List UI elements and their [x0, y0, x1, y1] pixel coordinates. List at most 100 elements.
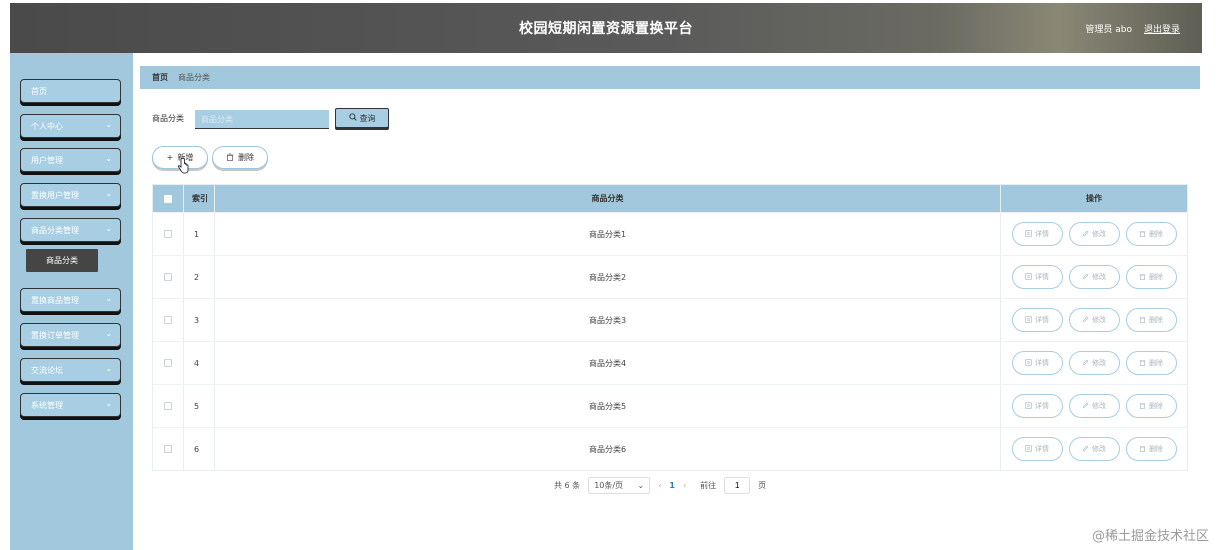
sidebar-item-forum[interactable]: 交流论坛 ⌄	[20, 358, 121, 382]
detail-icon	[1025, 229, 1032, 239]
edit-icon	[1082, 402, 1089, 411]
row-delete-button[interactable]: 删除	[1125, 351, 1177, 375]
row-delete-button[interactable]: 删除	[1125, 265, 1177, 289]
detail-button-label: 详情	[1035, 359, 1049, 367]
row-checkbox[interactable]	[164, 230, 172, 238]
query-button[interactable]: 查询	[335, 108, 389, 128]
edit-button[interactable]: 修改	[1068, 222, 1120, 246]
sidebar-item-label: 置换商品管理	[31, 295, 79, 305]
page-number[interactable]: 1	[669, 481, 675, 490]
detail-button-label: 详情	[1035, 445, 1049, 453]
row-delete-button[interactable]: 删除	[1125, 308, 1177, 332]
batch-delete-button[interactable]: 删除	[212, 146, 268, 169]
row-delete-button-label: 删除	[1149, 402, 1163, 410]
edit-button-label: 修改	[1092, 273, 1106, 281]
row-check-cell	[153, 385, 184, 427]
detail-button[interactable]: 详情	[1011, 222, 1063, 246]
row-ops: 详情 修改 删除	[1001, 213, 1187, 255]
edit-icon	[1082, 445, 1089, 454]
row-delete-button[interactable]: 删除	[1125, 437, 1177, 461]
edit-icon	[1082, 273, 1089, 282]
breadcrumb: 首页 商品分类	[140, 66, 1200, 89]
edit-button-label: 修改	[1092, 359, 1106, 367]
sidebar-item-exchange-user-management[interactable]: 置换用户管理 ⌄	[20, 183, 121, 207]
chevron-down-icon: ⌄	[105, 120, 112, 129]
edit-button[interactable]: 修改	[1068, 308, 1120, 332]
sidebar-subitem-category[interactable]: 商品分类	[26, 249, 98, 272]
user-area: 管理员 abo 退出登录	[1085, 3, 1180, 53]
edit-button[interactable]: 修改	[1068, 437, 1120, 461]
trash-icon	[1139, 316, 1146, 325]
select-all-checkbox[interactable]	[164, 194, 172, 203]
sidebar: 首页 个人中心 ⌄ 用户管理 ⌄ 置换用户管理 ⌄ 商品分类管理 ⌄ 置换商品管…	[10, 53, 133, 550]
sidebar-item-label: 首页	[31, 86, 47, 96]
row-check-cell	[153, 213, 184, 255]
total-count: 共 6 条	[554, 480, 581, 490]
table-row: 4 商品分类4 详情 修改 删除	[153, 341, 1187, 384]
chevron-down-icon: ⌄	[637, 480, 645, 490]
detail-button-label: 详情	[1035, 316, 1049, 324]
prev-page-icon[interactable]: ‹	[658, 481, 661, 490]
row-category-name: 商品分类6	[215, 428, 1001, 470]
row-ops: 详情 修改 删除	[1001, 299, 1187, 341]
row-checkbox[interactable]	[164, 445, 172, 453]
header-index: 索引	[184, 185, 215, 212]
sidebar-item-label: 用户管理	[31, 155, 63, 165]
search-input[interactable]	[195, 110, 329, 129]
sidebar-item-system-management[interactable]: 系统管理 ⌄	[20, 393, 121, 417]
sidebar-item-personal-center[interactable]: 个人中心 ⌄	[20, 114, 121, 138]
row-check-cell	[153, 342, 184, 384]
row-category-name: 商品分类5	[215, 385, 1001, 427]
chevron-down-icon: ⌄	[105, 224, 112, 233]
pagination: 共 6 条 10条/页 ⌄ ‹ 1 › 前往 页	[554, 476, 766, 494]
breadcrumb-home[interactable]: 首页	[152, 72, 168, 83]
sidebar-item-home[interactable]: 首页	[20, 79, 121, 103]
row-index: 6	[184, 428, 215, 470]
sidebar-item-user-management[interactable]: 用户管理 ⌄	[20, 148, 121, 172]
row-category-name: 商品分类4	[215, 342, 1001, 384]
table-row: 3 商品分类3 详情 修改 删除	[153, 298, 1187, 341]
trash-icon	[226, 152, 234, 163]
row-check-cell	[153, 299, 184, 341]
detail-button[interactable]: 详情	[1011, 437, 1063, 461]
edit-button[interactable]: 修改	[1068, 394, 1120, 418]
row-index: 4	[184, 342, 215, 384]
detail-button[interactable]: 详情	[1011, 308, 1063, 332]
row-checkbox[interactable]	[164, 273, 172, 281]
row-delete-button-label: 删除	[1149, 230, 1163, 238]
page-unit-label: 页	[758, 480, 767, 490]
chevron-down-icon: ⌄	[105, 329, 112, 338]
detail-button[interactable]: 详情	[1011, 265, 1063, 289]
sidebar-item-exchange-order-management[interactable]: 置换订单管理 ⌄	[20, 323, 121, 347]
logout-link[interactable]: 退出登录	[1144, 22, 1180, 35]
detail-button-label: 详情	[1035, 402, 1049, 410]
row-delete-button[interactable]: 删除	[1125, 222, 1177, 246]
sidebar-item-label: 置换订单管理	[31, 330, 79, 340]
goto-page-input[interactable]	[724, 476, 751, 494]
sidebar-item-label: 交流论坛	[31, 365, 63, 375]
top-header: 校园短期闲置资源置换平台 管理员 abo 退出登录	[10, 3, 1202, 53]
sidebar-item-exchange-goods-management[interactable]: 置换商品管理 ⌄	[20, 288, 121, 312]
edit-button[interactable]: 修改	[1068, 351, 1120, 375]
detail-button[interactable]: 详情	[1011, 351, 1063, 375]
table-row: 6 商品分类6 详情 修改 删除	[153, 427, 1187, 470]
goto-label: 前往	[700, 480, 717, 490]
row-index: 2	[184, 256, 215, 298]
trash-icon	[1139, 445, 1146, 454]
row-check-cell	[153, 428, 184, 470]
row-delete-button[interactable]: 删除	[1125, 394, 1177, 418]
category-table: 索引 商品分类 操作 1 商品分类1 详情 修改 删除 2 商品分类2 详情 修…	[152, 184, 1188, 471]
next-page-icon[interactable]: ›	[683, 481, 686, 490]
table-row: 5 商品分类5 详情 修改 删除	[153, 384, 1187, 427]
trash-icon	[1139, 230, 1146, 239]
edit-button[interactable]: 修改	[1068, 265, 1120, 289]
row-checkbox[interactable]	[164, 359, 172, 367]
sidebar-item-category-management[interactable]: 商品分类管理 ⌄	[20, 218, 121, 242]
header-ops: 操作	[1086, 194, 1102, 203]
page-size-select[interactable]: 10条/页 ⌄	[588, 476, 651, 494]
row-checkbox[interactable]	[164, 316, 172, 324]
chevron-down-icon: ⌄	[105, 364, 112, 373]
row-checkbox[interactable]	[164, 402, 172, 410]
detail-button[interactable]: 详情	[1011, 394, 1063, 418]
sidebar-item-label: 置换用户管理	[31, 190, 79, 200]
